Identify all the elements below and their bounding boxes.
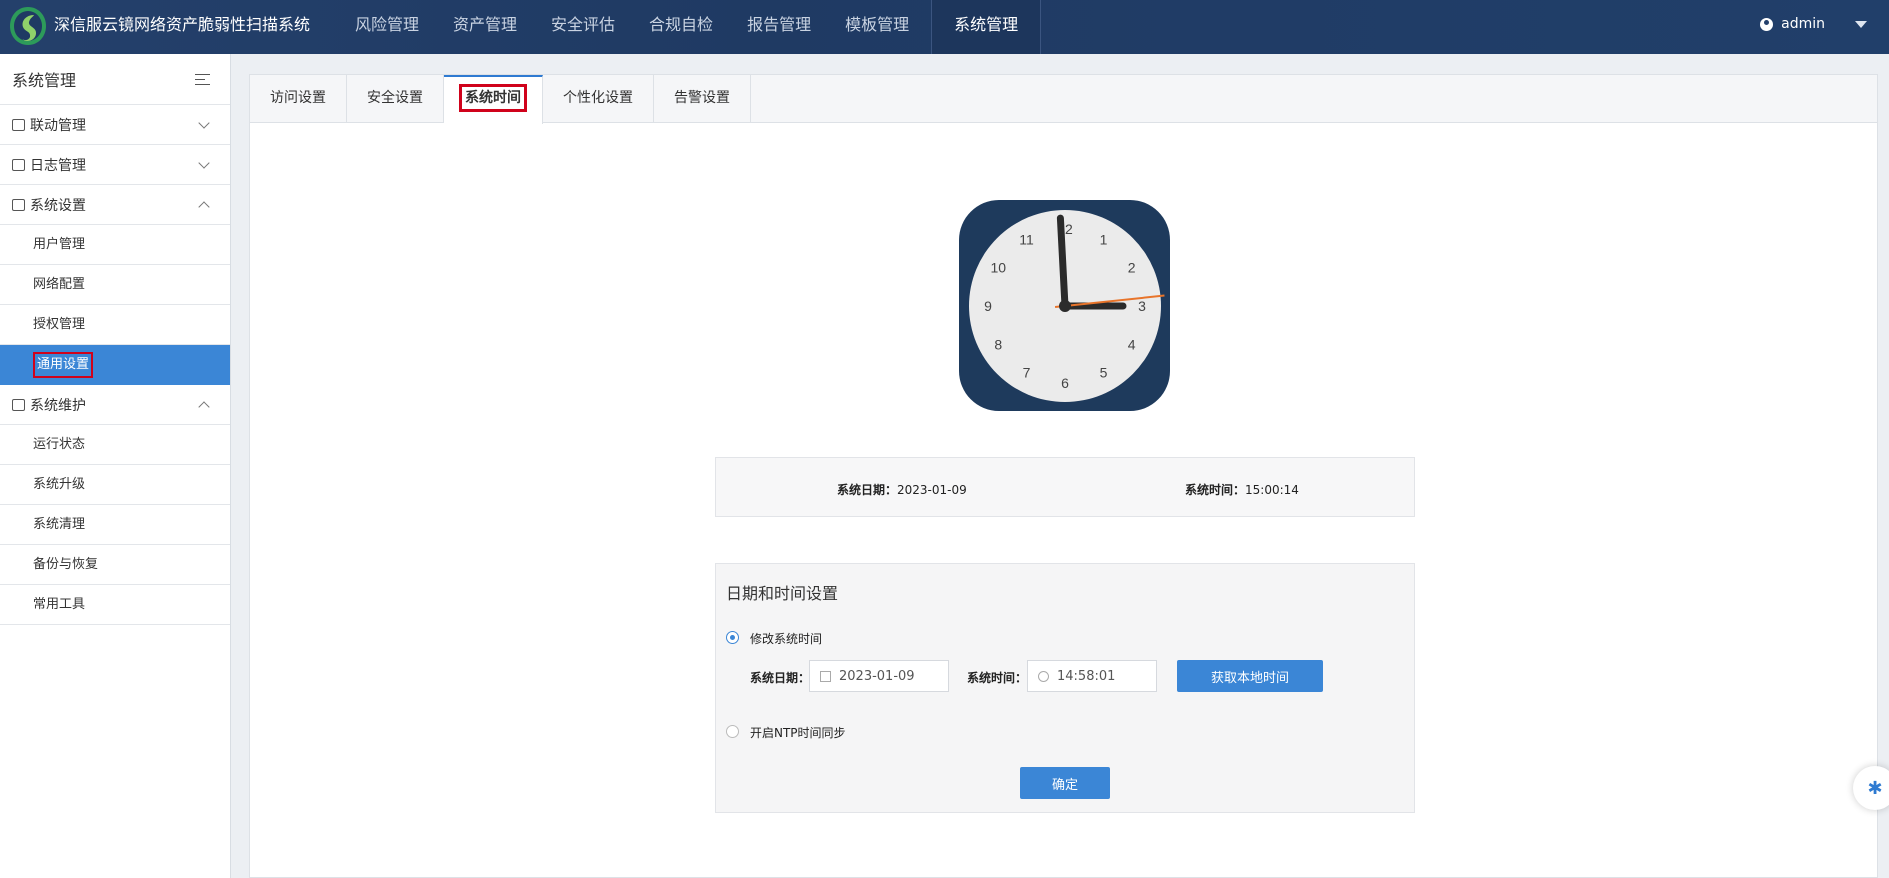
clock-minute-hand — [1056, 214, 1069, 310]
system-date-value: 2023-01-09 — [897, 483, 967, 497]
log-icon — [12, 158, 25, 171]
sidebar-group-label: 系统设置 — [30, 197, 86, 214]
grid-icon — [12, 198, 25, 211]
clock-number: 11 — [1019, 231, 1034, 247]
sidebar-item-label: 通用设置 — [33, 352, 94, 378]
clock-icon: 121234567891011 — [959, 200, 1170, 411]
user-menu[interactable]: admin — [1760, 0, 1867, 48]
confirm-button[interactable]: 确定 — [1020, 767, 1110, 799]
chevron-up-icon — [198, 201, 210, 213]
tab-alerts[interactable]: 告警设置 — [654, 75, 751, 123]
clock-number: 9 — [984, 298, 992, 314]
sidebar-group-maintenance[interactable]: 系统维护 — [0, 385, 230, 425]
tab-personalize[interactable]: 个性化设置 — [543, 75, 654, 123]
sidebar-group-label: 系统维护 — [30, 397, 86, 414]
sidebar-item-upgrade[interactable]: 系统升级 — [0, 465, 230, 505]
sidebar-item-backup[interactable]: 备份与恢复 — [0, 545, 230, 585]
sidebar-header: 系统管理 — [0, 54, 230, 105]
system-date-label: 系统日期： — [837, 483, 898, 497]
tools-icon — [12, 398, 25, 411]
clock-center — [1059, 300, 1071, 312]
date-field-label: 系统日期： — [750, 671, 811, 685]
chevron-down-icon — [198, 157, 210, 169]
system-date-display: 系统日期：2023-01-09 — [837, 481, 967, 498]
radio-manual-label: 修改系统时间 — [750, 632, 823, 646]
clock-number: 3 — [1138, 298, 1146, 314]
nav-item-reports[interactable]: 报告管理 — [730, 0, 828, 54]
clock-number: 10 — [991, 260, 1007, 276]
datetime-settings-panel: 日期和时间设置 修改系统时间 系统日期： 2023-01-09 系统时间： 14… — [715, 563, 1415, 813]
sidebar-item-general[interactable]: 通用设置 — [0, 345, 230, 385]
nav-item-assets[interactable]: 资产管理 — [436, 0, 534, 54]
date-input-value: 2023-01-09 — [839, 668, 915, 684]
get-local-time-button[interactable]: 获取本地时间 — [1177, 660, 1323, 692]
time-field-label: 系统时间： — [967, 671, 1028, 685]
user-name: admin — [1781, 16, 1825, 32]
user-avatar-icon — [1760, 17, 1774, 31]
clock-number: 6 — [1061, 375, 1069, 391]
chevron-up-icon — [198, 401, 210, 413]
time-input-value: 14:58:01 — [1057, 668, 1116, 684]
clock-number: 2 — [1128, 260, 1136, 276]
radio-ntp-sync[interactable] — [726, 725, 739, 738]
main-panel: 访问设置 安全设置 系统时间 个性化设置 告警设置 12 1 2 3 4 5 6 7 8 9 10 1… — [249, 74, 1878, 878]
sidebar-item-users[interactable]: 用户管理 — [0, 225, 230, 265]
bug-report-icon[interactable]: ✱ — [1853, 766, 1889, 810]
nav-item-compliance[interactable]: 合规自检 — [632, 0, 730, 54]
sidebar-item-status[interactable]: 运行状态 — [0, 425, 230, 465]
collapse-menu-icon[interactable] — [195, 73, 210, 85]
tab-security[interactable]: 安全设置 — [347, 75, 444, 123]
sidebar-title: 系统管理 — [12, 71, 77, 90]
sidebar-item-license[interactable]: 授权管理 — [0, 305, 230, 345]
tab-system-time[interactable]: 系统时间 — [444, 75, 543, 124]
clock-number: 1 — [1100, 231, 1108, 247]
calendar-icon — [820, 670, 831, 682]
chevron-down-icon — [198, 117, 210, 129]
clock-number: 4 — [1128, 337, 1136, 353]
tab-bar: 访问设置 安全设置 系统时间 个性化设置 告警设置 — [250, 75, 1877, 124]
system-time-display: 系统时间：15:00:14 — [1185, 481, 1299, 498]
system-time-value: 15:00:14 — [1245, 483, 1299, 497]
radio-manual-time[interactable] — [726, 631, 739, 644]
nav-item-risk[interactable]: 风险管理 — [338, 0, 436, 54]
nav-item-templates[interactable]: 模板管理 — [828, 0, 926, 54]
top-bar: 深信服云镜网络资产脆弱性扫描系统 风险管理 资产管理 安全评估 合规自检 报告管… — [0, 0, 1889, 54]
logo-icon — [10, 7, 46, 45]
main-nav: 风险管理 资产管理 安全评估 合规自检 报告管理 模板管理 系统管理 — [338, 0, 1042, 54]
nav-item-system[interactable]: 系统管理 — [931, 0, 1042, 54]
sidebar-group-label: 日志管理 — [30, 157, 86, 174]
settings-heading: 日期和时间设置 — [726, 584, 839, 603]
radio-ntp-label: 开启NTP时间同步 — [750, 726, 846, 740]
sidebar-item-network[interactable]: 网络配置 — [0, 265, 230, 305]
nav-item-assessment[interactable]: 安全评估 — [534, 0, 632, 54]
link-icon — [12, 118, 25, 131]
clock-number: 8 — [994, 337, 1002, 353]
app-title: 深信服云镜网络资产脆弱性扫描系统 — [54, 15, 311, 34]
tab-label: 系统时间 — [459, 84, 527, 112]
sidebar-group-linkage[interactable]: 联动管理 — [0, 105, 230, 145]
clock-number: 7 — [1023, 365, 1031, 381]
tab-access[interactable]: 访问设置 — [250, 75, 347, 123]
clock-number: 5 — [1100, 365, 1108, 381]
time-input[interactable]: 14:58:01 — [1027, 660, 1157, 692]
system-time-label: 系统时间： — [1185, 483, 1246, 497]
sidebar: 系统管理 联动管理 日志管理 系统设置 用户管理 网络配置 授权管理 通用设置 … — [0, 54, 231, 878]
clock-small-icon — [1038, 670, 1049, 682]
sidebar-group-label: 联动管理 — [30, 117, 86, 134]
date-input[interactable]: 2023-01-09 — [809, 660, 949, 692]
caret-down-icon[interactable] — [1855, 20, 1867, 28]
system-time-info: 系统日期：2023-01-09 系统时间：15:00:14 — [715, 457, 1415, 517]
sidebar-item-cleanup[interactable]: 系统清理 — [0, 505, 230, 545]
sidebar-item-tools[interactable]: 常用工具 — [0, 585, 230, 625]
sidebar-group-settings[interactable]: 系统设置 — [0, 185, 230, 225]
sidebar-group-logs[interactable]: 日志管理 — [0, 145, 230, 185]
